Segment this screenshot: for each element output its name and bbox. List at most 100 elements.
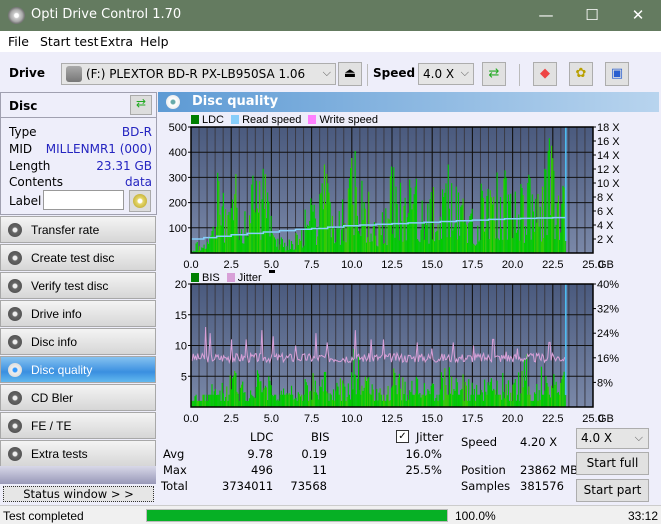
start-part-button[interactable]: Start part xyxy=(576,479,649,502)
eject-button[interactable]: ⏏ xyxy=(338,62,362,86)
ldc-bar xyxy=(315,244,318,253)
disc-panel: Disc ⇄ Type BD-R MID MILLENMR1 (000) Lengt… xyxy=(0,92,157,215)
ldc-bar xyxy=(304,209,306,253)
bis-bar xyxy=(322,391,324,407)
menu-file[interactable]: File xyxy=(8,34,29,49)
bis-bar xyxy=(553,374,555,407)
menu-help[interactable]: Help xyxy=(140,34,169,49)
ldc-bar xyxy=(498,240,500,253)
bis-bar xyxy=(488,385,490,407)
bis-bar xyxy=(411,380,413,407)
save-button[interactable]: ▣ xyxy=(605,62,629,86)
nav-cd-bler[interactable]: CD Bler xyxy=(0,384,156,411)
ldc-bar xyxy=(512,238,514,253)
refresh-button[interactable]: ⇄ xyxy=(482,62,506,86)
bis-bar xyxy=(301,394,303,407)
nav-create-test-disc[interactable]: Create test disc xyxy=(0,244,156,271)
menu-start-test[interactable]: Start test xyxy=(40,34,99,49)
ldc-bar xyxy=(445,183,447,253)
test-speed-select[interactable]: 4.0 X ⌵ xyxy=(576,428,649,449)
minimize-button[interactable]: — xyxy=(523,0,569,31)
drive-select[interactable]: (F:) PLEXTOR BD-R PX-LB950SA 1.06 ⌵ xyxy=(61,63,336,85)
disc-value: MILLENMR1 (000) xyxy=(45,142,152,156)
bis-bar xyxy=(360,394,362,407)
bis-bar xyxy=(486,394,488,407)
nav-drive-info[interactable]: Drive info xyxy=(0,300,156,327)
bis-bar xyxy=(330,394,332,407)
ldc-bar xyxy=(360,236,362,253)
disc-test-icon xyxy=(8,251,22,265)
ldc-bar xyxy=(223,242,226,253)
bis-bar xyxy=(464,381,466,407)
bis-bar xyxy=(531,400,533,407)
bis-bar xyxy=(289,394,291,407)
bis-bar xyxy=(442,378,444,407)
ldc-bar xyxy=(401,221,403,253)
bis-bar xyxy=(211,384,213,407)
ldc-bar xyxy=(480,183,482,253)
disc-refresh-button[interactable]: ⇄ xyxy=(130,95,152,115)
jitter-checkbox[interactable]: ✓ xyxy=(396,430,409,443)
close-button[interactable]: ✕ xyxy=(615,0,661,31)
label-input[interactable] xyxy=(43,190,124,210)
window-title: Opti Drive Control 1.70 xyxy=(31,7,182,22)
ldc-bar xyxy=(196,242,198,253)
ldc-bar xyxy=(424,221,427,253)
ldc-bar xyxy=(332,226,335,253)
ldc-bar xyxy=(523,242,525,253)
ldc-bar xyxy=(318,226,320,253)
ldc-bar xyxy=(479,240,481,253)
ldc-bar xyxy=(386,245,388,253)
bis-bar xyxy=(248,398,251,407)
erase-button[interactable]: ◆ xyxy=(533,62,557,86)
ldc-bar xyxy=(553,170,555,253)
bis-bar xyxy=(325,371,327,407)
bis-bar xyxy=(551,385,553,407)
ldc-bar xyxy=(218,181,220,253)
nav-label: Extra tests xyxy=(31,447,88,461)
ldc-bar xyxy=(418,240,420,253)
bis-bar xyxy=(293,399,295,407)
nav-verify-test-disc[interactable]: Verify test disc xyxy=(0,272,156,299)
bis-bar xyxy=(213,391,215,407)
bis-bar xyxy=(443,400,445,407)
nav-disc-info[interactable]: Disc info xyxy=(0,328,156,355)
menu-extra[interactable]: Extra xyxy=(100,34,133,49)
ldc-bar xyxy=(198,246,201,253)
bis-bar xyxy=(354,374,356,407)
ldc-bar xyxy=(389,176,391,253)
bis-bar xyxy=(498,394,500,407)
bis-bar xyxy=(331,400,333,407)
ldc-bar xyxy=(511,219,513,253)
ldc-bar xyxy=(288,239,290,253)
ldc-bar xyxy=(534,231,536,253)
ldc-bar xyxy=(262,168,264,253)
speed-select[interactable]: 4.0 X ⌵ xyxy=(418,63,474,85)
bis-bar xyxy=(378,392,380,407)
status-window-button[interactable]: Status window > > xyxy=(3,486,154,502)
bis-bar xyxy=(423,383,425,407)
nav-fe-te[interactable]: FE / TE xyxy=(0,412,156,439)
bis-bar xyxy=(272,396,274,407)
ldc-bar xyxy=(235,174,237,253)
ldc-bar xyxy=(301,229,303,253)
nav-transfer-rate[interactable]: Transfer rate xyxy=(0,216,156,243)
bis-bar xyxy=(495,394,497,407)
bis-bar xyxy=(239,387,241,407)
bis-bar xyxy=(350,399,352,407)
nav-extra-tests[interactable]: Extra tests xyxy=(0,440,156,467)
ldc-bar xyxy=(494,220,496,253)
maximize-button[interactable]: ☐ xyxy=(569,0,615,31)
bis-bar xyxy=(413,395,415,407)
ldc-bar xyxy=(320,192,322,253)
settings-button[interactable]: ✿ xyxy=(569,62,593,86)
ldc-bar xyxy=(217,172,219,253)
start-full-button[interactable]: Start full xyxy=(576,452,649,475)
bis-bar xyxy=(283,388,285,407)
ldc-bar xyxy=(448,208,450,253)
label-disc-button[interactable] xyxy=(129,190,151,212)
nav-disc-quality[interactable]: Disc quality xyxy=(0,356,156,383)
ldc-bar xyxy=(495,238,497,253)
ldc-bar xyxy=(481,190,483,253)
bis-bar xyxy=(379,388,381,407)
